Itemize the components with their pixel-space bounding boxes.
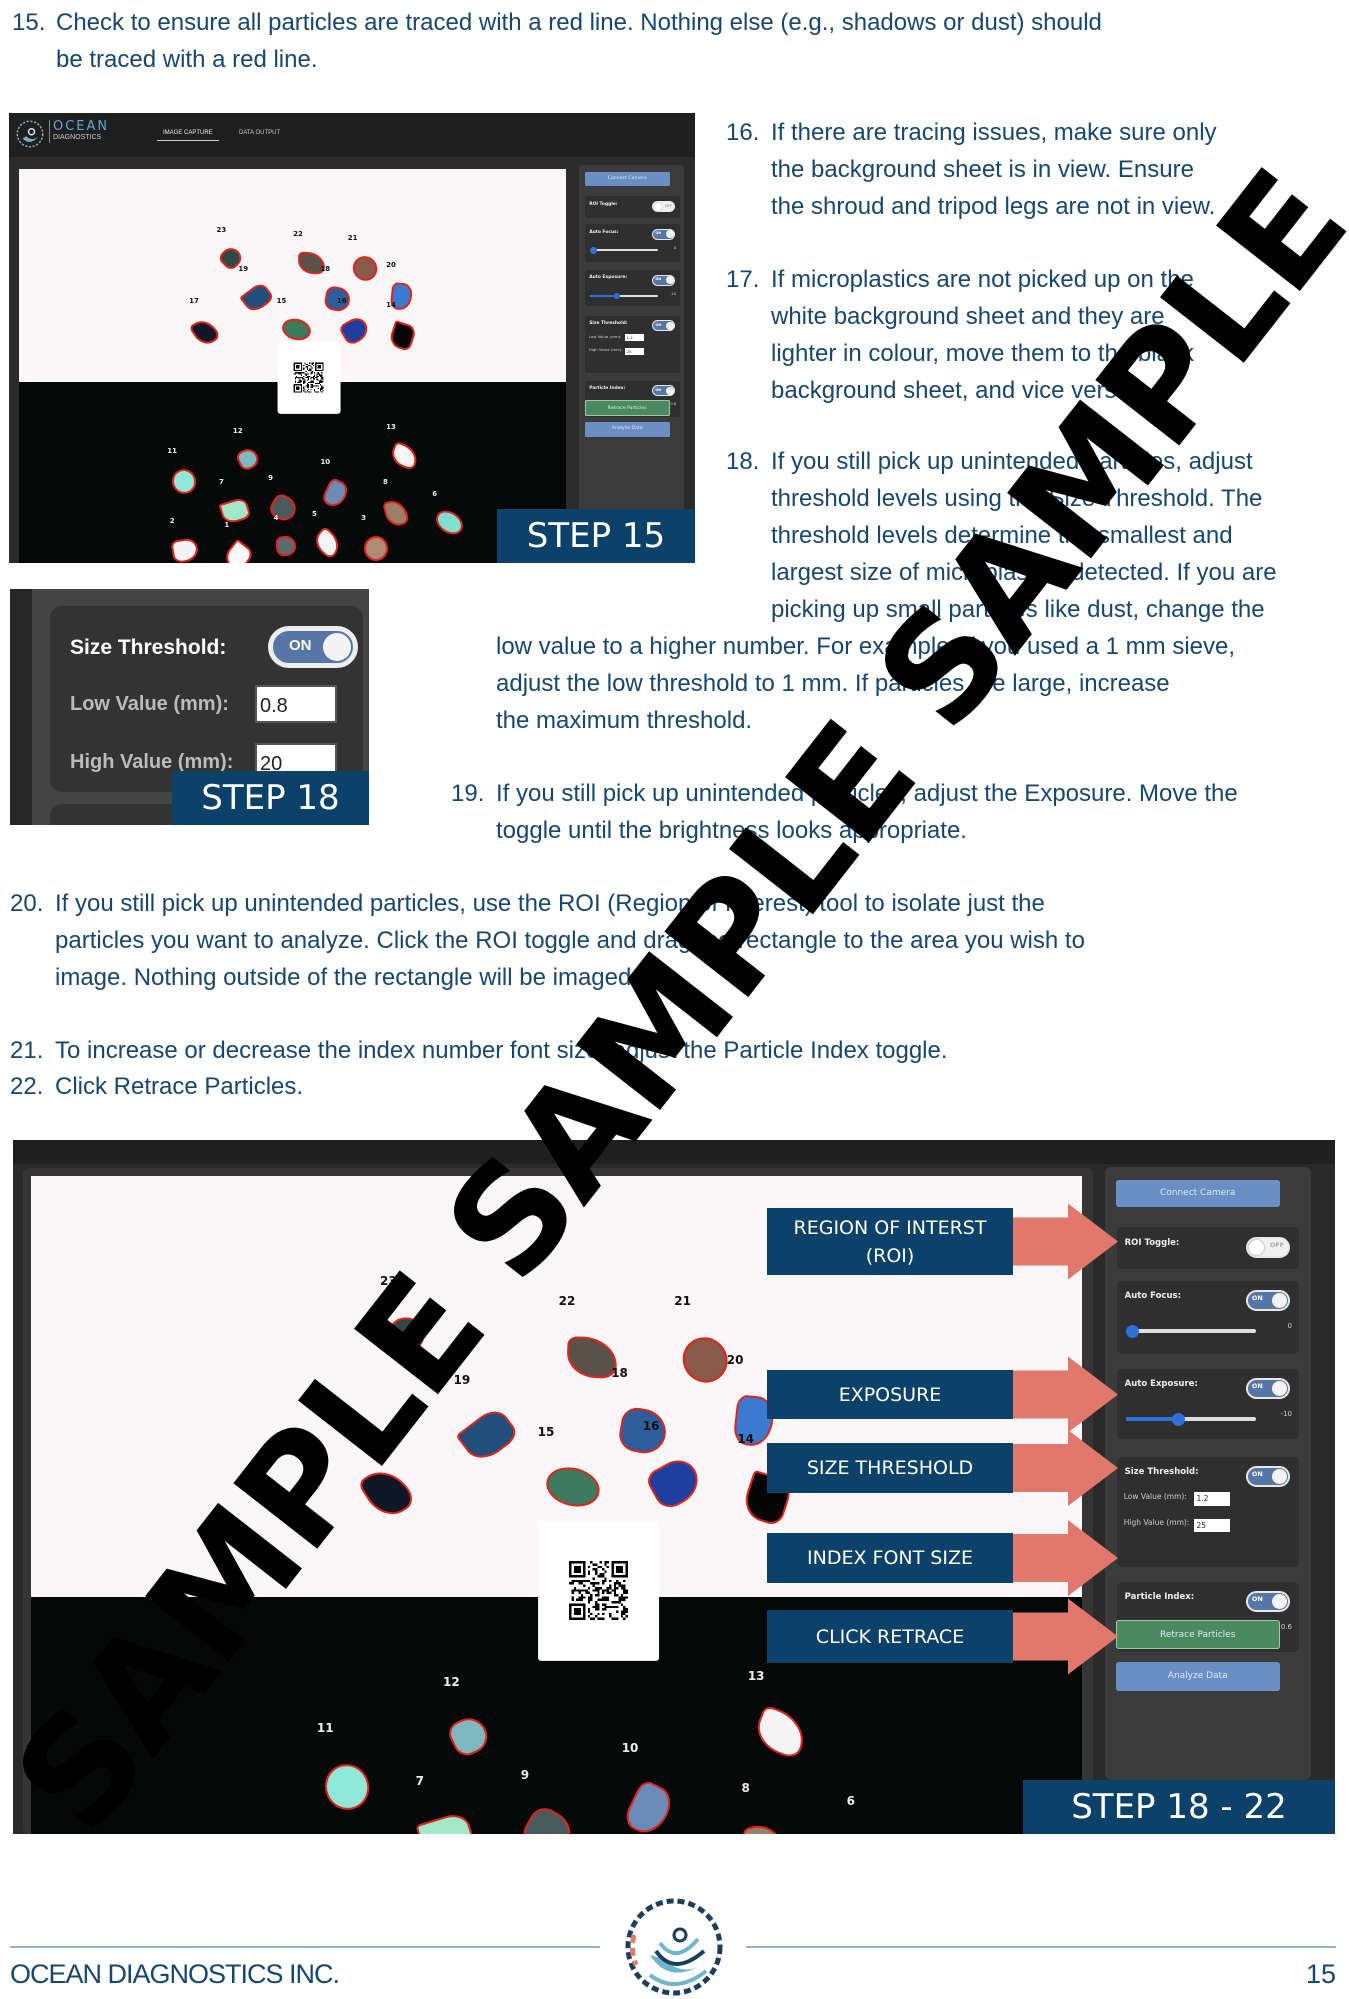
ocean-diagnostics-logo-icon — [625, 1898, 723, 1996]
callout-arrow-3 — [1013, 1430, 1118, 1506]
callout-arrows — [1013, 1203, 1118, 1675]
page-number: 15 — [1305, 1959, 1336, 1989]
callout-arrow-2 — [1013, 1356, 1118, 1433]
callout-size-threshold: SIZE THRESHOLD — [767, 1443, 1013, 1493]
callout-arrow-5 — [1013, 1598, 1118, 1675]
footer-company: OCEAN DIAGNOSTICS INC. — [10, 1959, 340, 1989]
callout-exposure: EXPOSURE — [767, 1370, 1013, 1419]
footer-rule-right — [746, 1946, 1336, 1948]
callout-arrow-1 — [1013, 1203, 1118, 1280]
step-18-22-label: STEP 18 - 22 — [1023, 1780, 1335, 1834]
callout-roi: REGION OF INTERST (ROI) — [767, 1208, 1013, 1275]
callout-index-font-size: INDEX FONT SIZE — [767, 1533, 1013, 1583]
footer-rule-left — [10, 1946, 600, 1948]
callout-click-retrace: CLICK RETRACE — [767, 1610, 1013, 1663]
callout-arrow-4 — [1013, 1520, 1118, 1596]
